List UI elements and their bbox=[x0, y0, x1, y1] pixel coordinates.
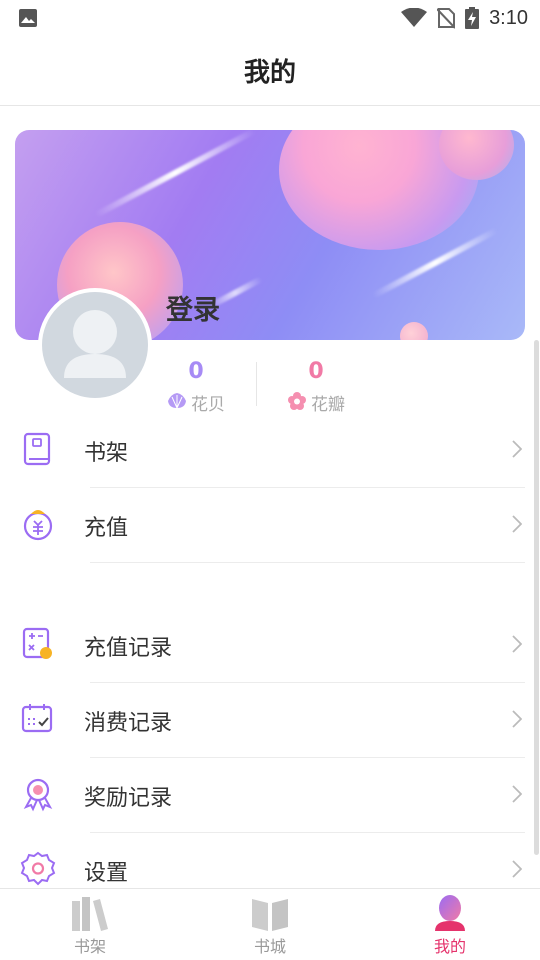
menu-item-consumption-records[interactable]: 消费记录 bbox=[0, 683, 540, 758]
tab-bookshelf[interactable]: 书架 bbox=[0, 889, 180, 960]
tab-label: 书城 bbox=[253, 937, 286, 956]
book-open-icon bbox=[250, 893, 290, 933]
menu-item-reward-records[interactable]: 奖励记录 bbox=[0, 758, 540, 833]
coin-bag-icon bbox=[20, 506, 56, 542]
stat-value: 0 bbox=[308, 359, 324, 384]
chevron-right-icon bbox=[512, 860, 523, 882]
calculator-icon bbox=[20, 626, 56, 662]
tab-label: 书架 bbox=[73, 937, 106, 956]
menu-label: 书架 bbox=[84, 441, 129, 466]
stat-divider bbox=[256, 362, 257, 406]
stat-label: 花瓣 bbox=[311, 395, 345, 415]
avatar[interactable] bbox=[38, 288, 152, 402]
menu-label: 充值 bbox=[84, 516, 129, 541]
chevron-right-icon bbox=[512, 710, 523, 732]
light-streak bbox=[94, 130, 256, 218]
chevron-right-icon bbox=[512, 635, 523, 657]
chevron-right-icon bbox=[512, 515, 523, 537]
gear-icon bbox=[20, 851, 56, 887]
status-time: 3:10 bbox=[489, 6, 528, 29]
default-avatar-icon bbox=[42, 292, 148, 398]
no-sim-icon bbox=[437, 7, 456, 29]
divider bbox=[90, 562, 525, 563]
stat-value: 0 bbox=[188, 359, 204, 384]
chevron-right-icon bbox=[512, 785, 523, 807]
stat-huaban[interactable]: 0 花瓣 bbox=[271, 358, 361, 415]
chevron-right-icon bbox=[512, 440, 523, 462]
page-title: 我的 bbox=[243, 58, 296, 88]
login-button[interactable]: 登录 bbox=[166, 288, 220, 327]
menu-label: 奖励记录 bbox=[84, 786, 173, 811]
tab-mine[interactable]: 我的 bbox=[360, 889, 540, 960]
tab-bookstore[interactable]: 书城 bbox=[180, 889, 360, 960]
image-notification-icon bbox=[18, 8, 38, 28]
profile-icon bbox=[430, 893, 470, 933]
medal-icon bbox=[20, 776, 56, 812]
stat-label: 花贝 bbox=[191, 395, 225, 415]
scrollbar[interactable] bbox=[534, 340, 539, 855]
calendar-check-icon bbox=[20, 701, 56, 737]
wifi-icon bbox=[401, 8, 428, 28]
decorative-bubble bbox=[400, 322, 428, 340]
menu-item-recharge-records[interactable]: 充值记录 bbox=[0, 608, 540, 683]
status-bar: 3:10 bbox=[0, 0, 540, 36]
menu-label: 消费记录 bbox=[84, 711, 173, 736]
battery-charging-icon bbox=[465, 7, 480, 29]
shell-icon bbox=[167, 392, 187, 414]
tab-label: 我的 bbox=[433, 937, 466, 956]
flower-icon bbox=[287, 391, 307, 415]
bookshelf-icon bbox=[70, 893, 110, 933]
menu-label: 设置 bbox=[84, 861, 129, 886]
menu-item-bookshelf[interactable]: 书架 bbox=[0, 413, 540, 488]
stat-huabei[interactable]: 0 花贝 bbox=[151, 358, 241, 415]
bottom-nav: 书架 书城 我的 bbox=[0, 888, 540, 960]
book-icon bbox=[20, 431, 56, 467]
menu-item-recharge[interactable]: 充值 bbox=[0, 488, 540, 563]
menu-label: 充值记录 bbox=[84, 636, 173, 661]
title-bar: 我的 bbox=[0, 36, 540, 106]
